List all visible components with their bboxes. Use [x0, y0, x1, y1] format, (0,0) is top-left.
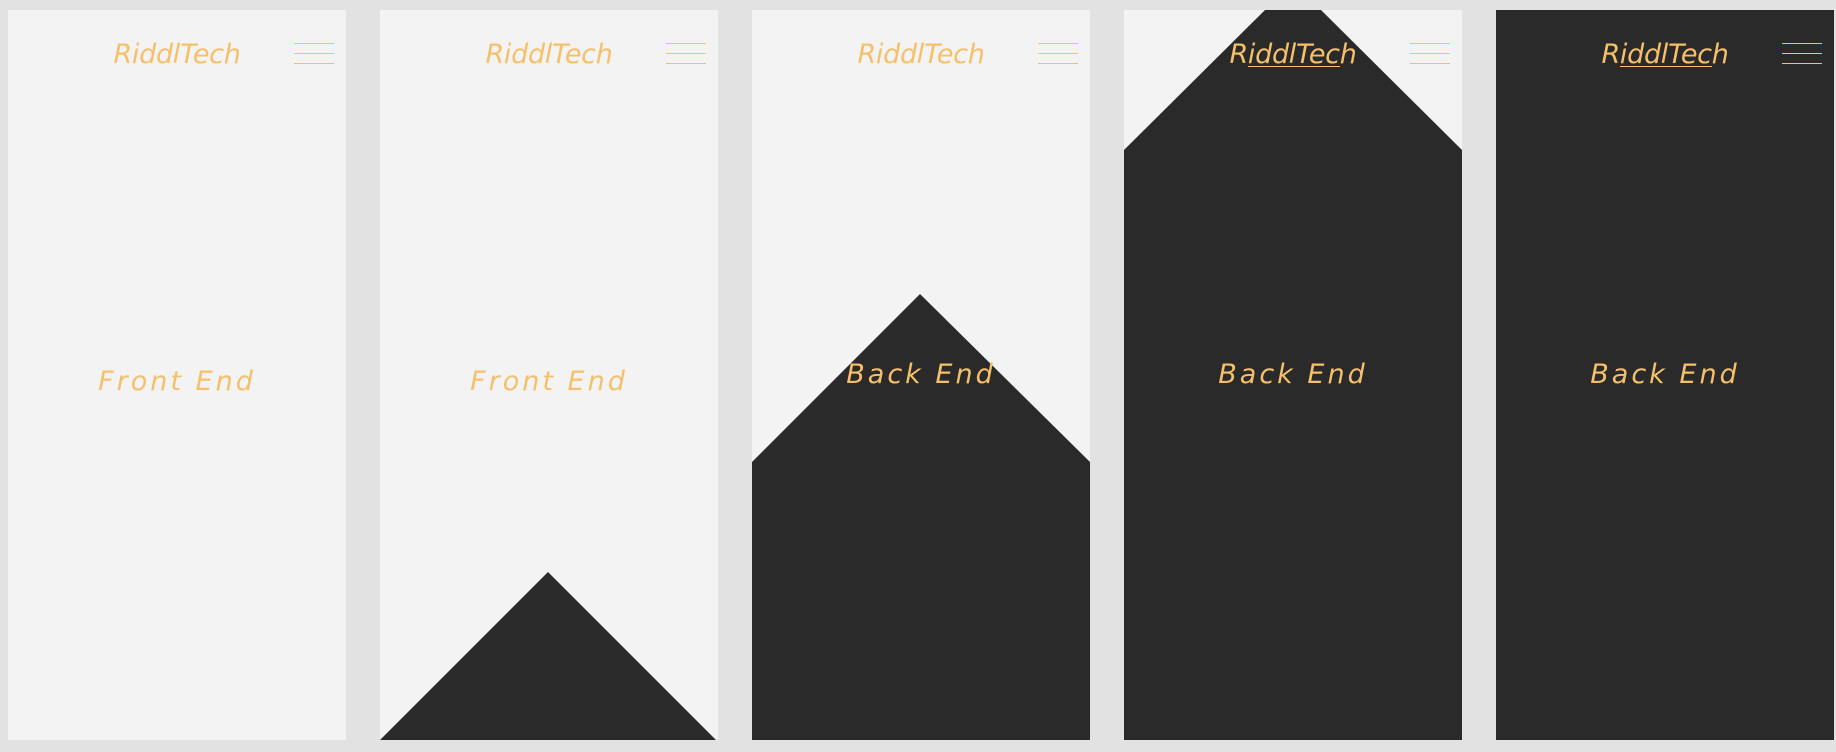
hamburger-menu-icon[interactable] — [294, 41, 334, 67]
logo-underline — [1620, 66, 1712, 67]
hamburger-menu-icon[interactable] — [1782, 41, 1822, 67]
frame-3: RiddlTech Back End — [752, 10, 1090, 740]
frame-4: RiddlTech Back End — [1124, 10, 1462, 740]
hamburger-menu-icon[interactable] — [1410, 41, 1450, 67]
section-title: Back End — [846, 359, 996, 390]
hamburger-menu-icon[interactable] — [666, 41, 706, 67]
section-title: Back End — [1590, 359, 1740, 390]
hamburger-menu-icon[interactable] — [1038, 41, 1078, 67]
frame-5: RiddlTech Back End — [1496, 10, 1834, 740]
frame-1: RiddlTech Front End — [8, 10, 346, 740]
transition-storyboard: RiddlTech Front End RiddlTech Front End … — [0, 0, 1836, 752]
section-title: Front End — [470, 366, 628, 397]
frame-2: RiddlTech Front End — [380, 10, 718, 740]
logo-underline — [1248, 66, 1340, 67]
section-title: Back End — [1218, 359, 1368, 390]
section-title: Front End — [98, 366, 256, 397]
